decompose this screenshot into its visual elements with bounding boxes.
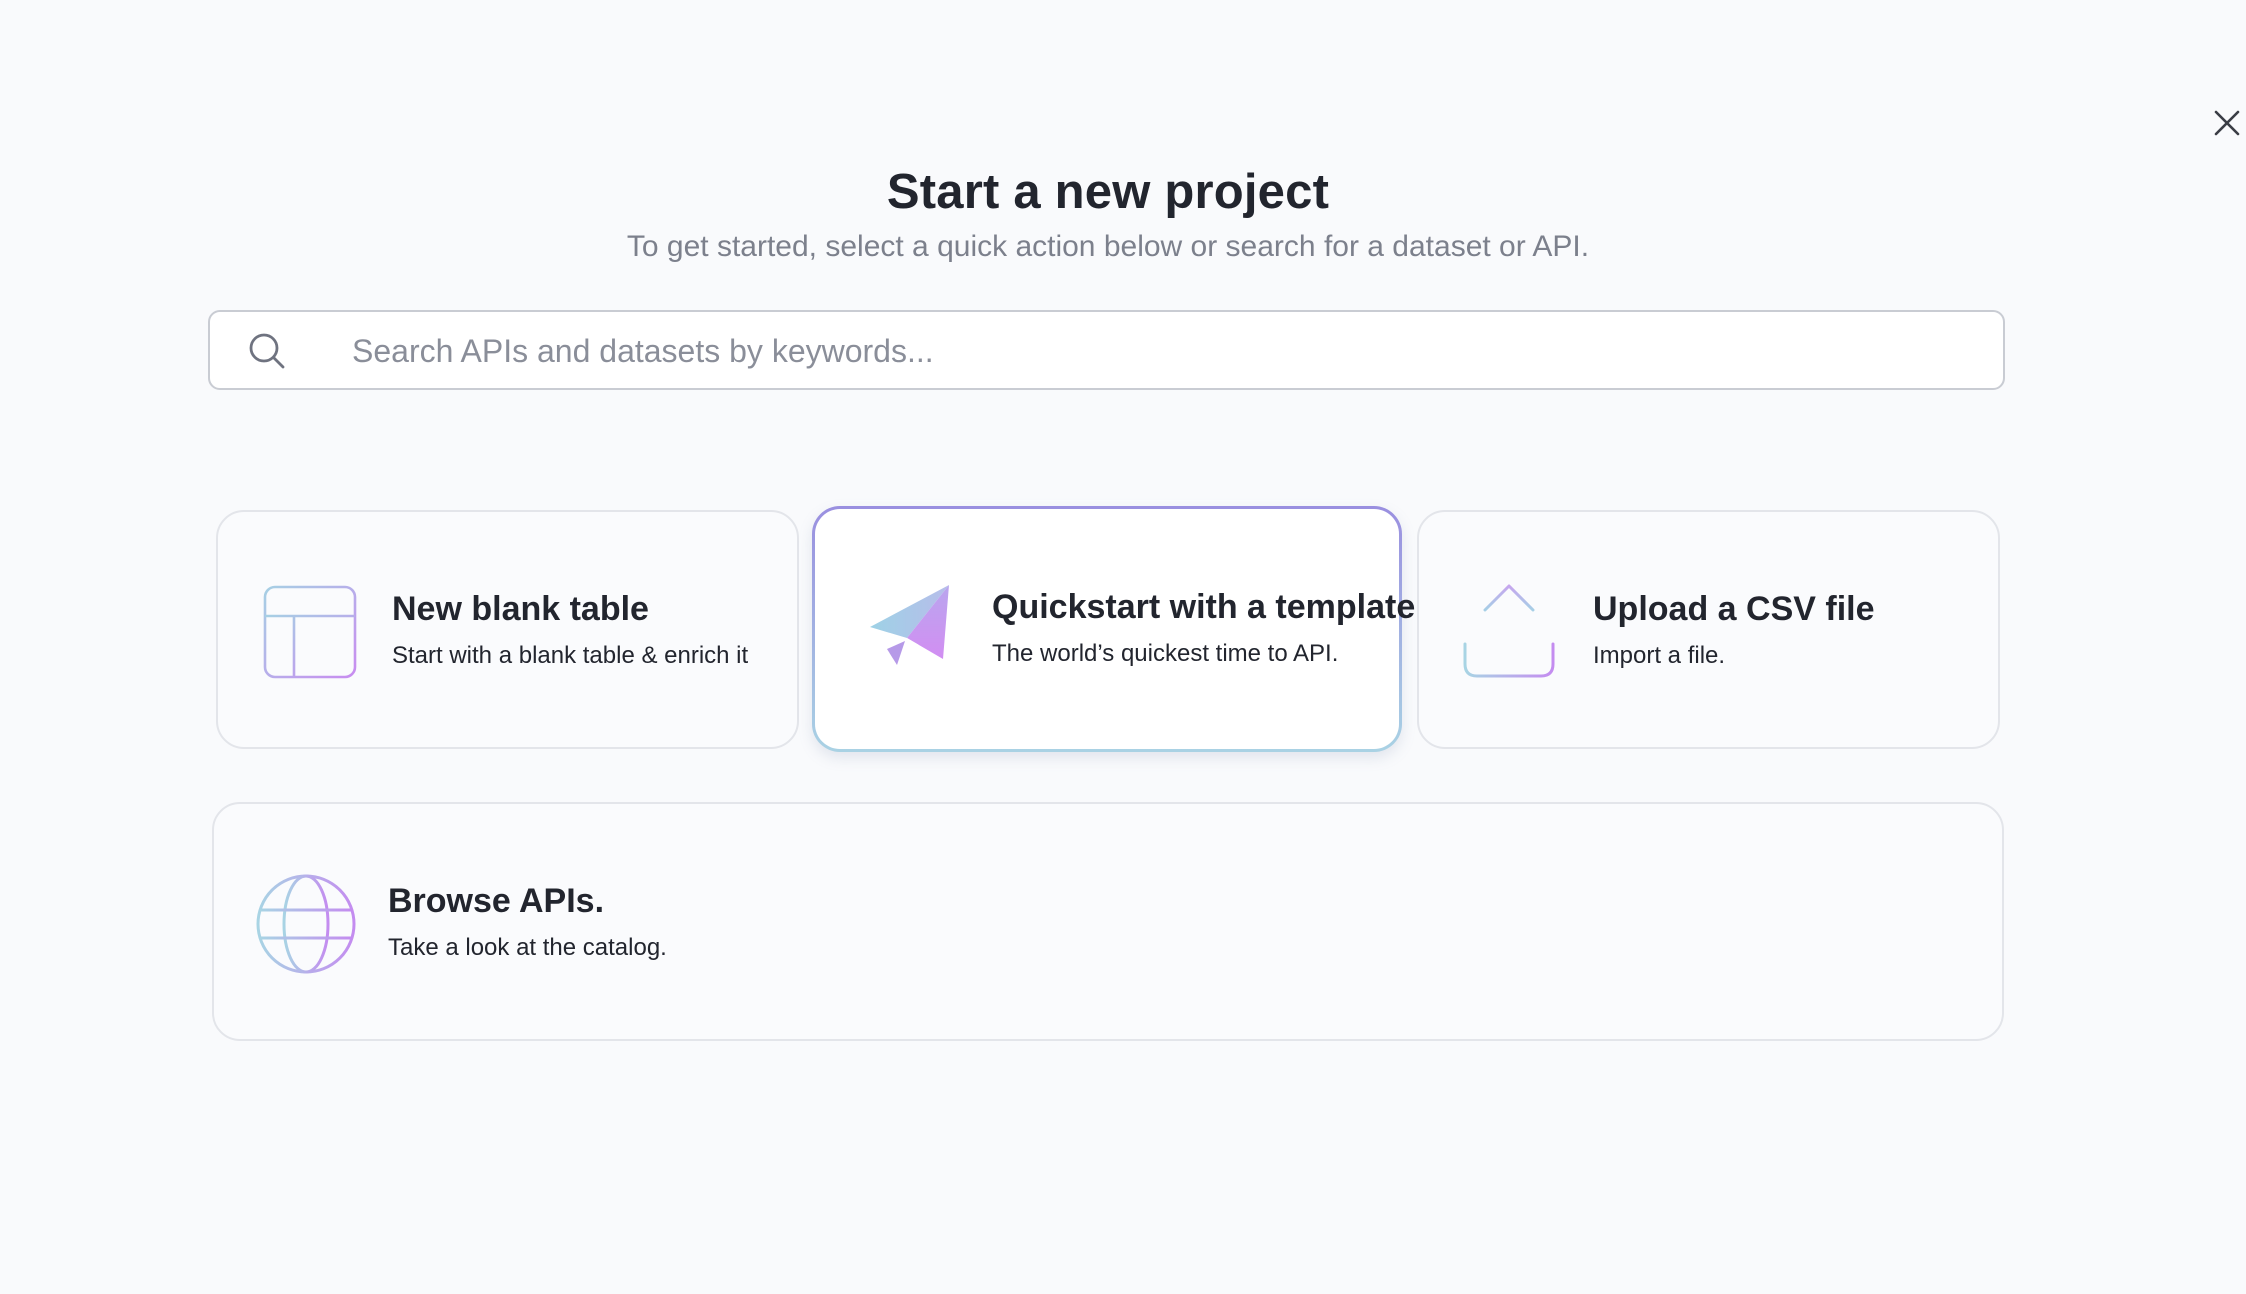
card-title: Quickstart with a template	[992, 588, 1416, 626]
close-button[interactable]	[2206, 102, 2246, 144]
card-description: Start with a blank table & enrich it	[392, 642, 749, 669]
search-box[interactable]	[208, 310, 2005, 390]
upload-csv-card[interactable]: Upload a CSV file Import a file.	[1417, 510, 2000, 749]
new-blank-table-card[interactable]: New blank table Start with a blank table…	[216, 510, 799, 749]
paper-plane-icon	[870, 585, 949, 665]
globe-icon	[256, 874, 356, 974]
search-icon	[249, 333, 285, 369]
card-title: New blank table	[392, 590, 649, 628]
card-title: Upload a CSV file	[1593, 590, 1875, 628]
card-title: Browse APIs.	[388, 882, 605, 920]
card-description: Import a file.	[1593, 642, 1726, 669]
page-title: Start a new project	[886, 165, 1330, 219]
upload-icon	[1463, 584, 1555, 678]
page-subtitle: To get started, select a quick action be…	[626, 230, 1590, 263]
close-icon	[2214, 110, 2240, 136]
table-icon	[263, 585, 357, 679]
card-description: The world’s quickest time to API.	[992, 640, 1339, 667]
search-input[interactable]	[350, 312, 1974, 390]
card-description: Take a look at the catalog.	[388, 934, 667, 961]
quickstart-template-card[interactable]: Quickstart with a template The world’s q…	[812, 506, 1415, 752]
browse-apis-card[interactable]: Browse APIs. Take a look at the catalog.	[212, 802, 2004, 1041]
